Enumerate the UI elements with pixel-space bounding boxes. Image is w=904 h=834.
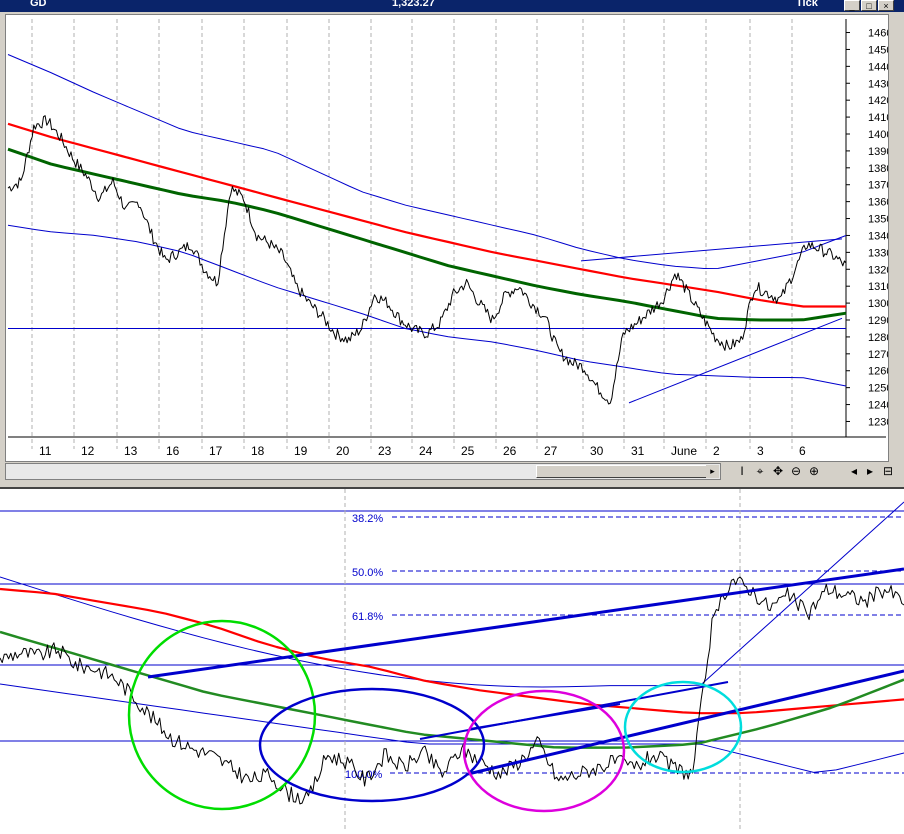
y-tick-label: 1290	[868, 315, 888, 327]
pan-icon[interactable]: ✥	[770, 463, 786, 480]
x-tick-label: 19	[294, 444, 308, 458]
annotation-circle	[623, 680, 743, 774]
lower-band-line	[0, 683, 904, 773]
y-tick-label: 1260	[868, 366, 888, 378]
price-chart: 11 12 13 16 17 18 19 20 23 24 25 26 27 30 31 June 2 3 6123…	[7, 19, 892, 458]
y-tick-label: 1250	[868, 383, 888, 395]
y-tick-label: 1280	[868, 332, 888, 344]
minimize-button[interactable]: _	[844, 0, 860, 11]
channel-upper-trendline	[580, 238, 843, 262]
y-tick-label: 1320	[868, 264, 888, 276]
x-tick-label: 31	[631, 444, 645, 458]
x-tick-label: 20	[336, 444, 350, 458]
y-tick-label: 1400	[868, 129, 888, 141]
y-tick-label: 1380	[868, 163, 888, 175]
title-bar: GD 1,323.27 Tick _ □ ×	[0, 0, 904, 12]
scroll-left-icon[interactable]: ◂	[846, 463, 862, 480]
x-tick-label: 27	[544, 444, 558, 458]
x-tick-label: 12	[81, 444, 95, 458]
fibonacci-level-label: 38.2%	[352, 513, 383, 525]
interval-label[interactable]: Tick	[796, 0, 818, 9]
y-tick-label: 1240	[868, 400, 888, 412]
y-tick-label: 1300	[868, 298, 888, 310]
fibonacci-level-label: 50.0%	[352, 567, 383, 579]
x-tick-label: 3	[757, 444, 764, 458]
channel-lower-trendline	[628, 317, 843, 404]
crosshair-cursor-icon[interactable]: I	[734, 463, 750, 480]
y-tick-label: 1230	[868, 416, 888, 428]
y-tick-label: 1270	[868, 349, 888, 361]
target-cursor-icon[interactable]: ⌖	[752, 463, 768, 480]
chart-toolbar: I ⌖ ✥ ⊖ ⊕ ◂ ▸ ⊟	[730, 463, 900, 480]
x-tick-label: 18	[251, 444, 265, 458]
y-tick-label: 1460	[868, 28, 888, 40]
symbol-label: GD	[30, 0, 47, 9]
annotated-chart: 38.2%50.0%61.8%100.0%	[0, 489, 904, 829]
long-trendline	[147, 567, 904, 679]
last-price: 1,323.27	[392, 0, 435, 9]
fibonacci-level-label: 61.8%	[352, 611, 383, 623]
annotation-circle	[258, 687, 486, 803]
red-moving-average-line	[7, 122, 846, 308]
green-moving-average-line	[0, 630, 904, 749]
zoom-out-icon[interactable]: ⊖	[788, 463, 804, 480]
y-tick-label: 1410	[868, 112, 888, 124]
price-line	[0, 576, 904, 805]
annotated-chart-panel: 38.2% 50.0% 61.8% 100.0%	[0, 487, 904, 829]
x-tick-label: 13	[124, 444, 138, 458]
x-tick-label: 11	[39, 444, 52, 458]
x-tick-label: 30	[590, 444, 604, 458]
zoom-in-icon[interactable]: ⊕	[806, 463, 822, 480]
maximize-button[interactable]: □	[861, 0, 877, 11]
trendline	[419, 681, 729, 740]
red-moving-average-line	[0, 587, 904, 715]
y-tick-label: 1360	[868, 197, 888, 209]
scroll-right-button-icon[interactable]: ▸	[862, 463, 878, 480]
horizontal-scrollbar[interactable]: ▸	[5, 463, 721, 480]
scrollbar-thumb[interactable]	[536, 465, 712, 478]
x-tick-label: 17	[209, 444, 223, 458]
x-tick-label: 25	[461, 444, 475, 458]
x-tick-label: 24	[419, 444, 433, 458]
collapse-icon[interactable]: ⊟	[880, 463, 896, 480]
upper-band-line	[0, 501, 904, 688]
green-moving-average-line	[7, 147, 847, 322]
close-button[interactable]: ×	[878, 0, 894, 11]
chart-window: GD 1,323.27 Tick _ □ × 11 12 13 16 17 18 19 20 2…	[0, 0, 904, 487]
y-tick-label: 1450	[868, 44, 888, 56]
y-tick-label: 1350	[868, 214, 888, 226]
x-tick-label: 16	[166, 444, 180, 458]
y-tick-label: 1340	[868, 230, 888, 242]
x-tick-label: 26	[503, 444, 517, 458]
x-tick-label: 2	[713, 444, 720, 458]
x-tick-label: June	[671, 444, 697, 458]
y-tick-label: 1430	[868, 78, 888, 90]
y-tick-label: 1420	[868, 95, 888, 107]
y-tick-label: 1440	[868, 61, 888, 73]
y-tick-label: 1390	[868, 146, 888, 158]
y-tick-label: 1310	[868, 281, 888, 293]
x-tick-label: 6	[799, 444, 806, 458]
scroll-right-icon[interactable]: ▸	[706, 465, 719, 478]
x-tick-label: 23	[378, 444, 392, 458]
y-tick-label: 1370	[868, 180, 888, 192]
y-tick-label: 1330	[868, 247, 888, 259]
price-chart-panel[interactable]: 11 12 13 16 17 18 19 20 23 24 25 26 27 30 31 June 2 3 6 123…	[5, 14, 892, 462]
